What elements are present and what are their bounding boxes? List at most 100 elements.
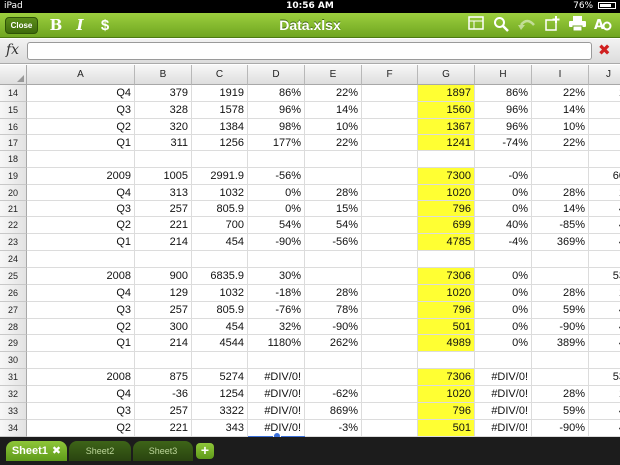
cell-j21[interactable]: 4 xyxy=(589,201,620,217)
row-header-30[interactable]: 30 xyxy=(0,352,27,369)
cell-c16[interactable]: 1384 xyxy=(192,119,248,135)
cell-d17[interactable]: 177% xyxy=(248,135,305,151)
cell-i18[interactable] xyxy=(532,151,589,168)
cell-a30[interactable] xyxy=(27,352,135,369)
cell-b18[interactable] xyxy=(135,151,192,168)
row-header-27[interactable]: 27 xyxy=(0,302,27,319)
cell-g33[interactable]: 796 xyxy=(418,403,475,420)
row-header-14[interactable]: 14 xyxy=(0,85,27,102)
cell-d22[interactable]: 54% xyxy=(248,217,305,234)
cell-g18[interactable] xyxy=(418,151,475,168)
cell-h26[interactable]: 0% xyxy=(475,285,532,302)
cell-b14[interactable]: 379 xyxy=(135,85,192,102)
cell-d18[interactable] xyxy=(248,151,305,168)
cell-g21[interactable]: 796 xyxy=(418,201,475,217)
cell-c23[interactable]: 454 xyxy=(192,234,248,251)
cell-b23[interactable]: 214 xyxy=(135,234,192,251)
row-header-34[interactable]: 34 xyxy=(0,420,27,437)
cell-b26[interactable]: 129 xyxy=(135,285,192,302)
cell-a22[interactable]: Q2 xyxy=(27,217,135,234)
cell-a14[interactable]: Q4 xyxy=(27,85,135,102)
row-header-25[interactable]: 25 xyxy=(0,268,27,285)
cell-c28[interactable]: 454 xyxy=(192,319,248,335)
cell-d16[interactable]: 98% xyxy=(248,119,305,135)
cell-f25[interactable] xyxy=(362,268,418,285)
cell-g28[interactable]: 501 xyxy=(418,319,475,335)
cell-b20[interactable]: 313 xyxy=(135,185,192,201)
cell-b33[interactable]: 257 xyxy=(135,403,192,420)
cell-j26[interactable]: 1 xyxy=(589,285,620,302)
cell-h30[interactable] xyxy=(475,352,532,369)
sheet-tab-2[interactable]: Sheet2 xyxy=(69,441,131,461)
select-all-corner[interactable] xyxy=(0,65,27,85)
cell-b15[interactable]: 328 xyxy=(135,102,192,119)
cell-f19[interactable] xyxy=(362,168,418,185)
cell-e26[interactable]: 28% xyxy=(305,285,362,302)
cell-i33[interactable]: 59% xyxy=(532,403,589,420)
cell-h33[interactable]: #DIV/0! xyxy=(475,403,532,420)
cell-c24[interactable] xyxy=(192,251,248,268)
cell-a33[interactable]: Q3 xyxy=(27,403,135,420)
cell-c18[interactable] xyxy=(192,151,248,168)
cell-e28[interactable]: -90% xyxy=(305,319,362,335)
cell-i31[interactable] xyxy=(532,369,589,386)
column-header-j[interactable]: J xyxy=(589,65,620,85)
cell-g32[interactable]: 1020 xyxy=(418,386,475,403)
cell-i21[interactable]: 14% xyxy=(532,201,589,217)
row-header-26[interactable]: 26 xyxy=(0,285,27,302)
cell-h24[interactable] xyxy=(475,251,532,268)
cell-d21[interactable]: 0% xyxy=(248,201,305,217)
cell-g25[interactable]: 7306 xyxy=(418,268,475,285)
cell-e29[interactable]: 262% xyxy=(305,335,362,352)
cell-j14[interactable]: 1 xyxy=(589,85,620,102)
cell-e15[interactable]: 14% xyxy=(305,102,362,119)
cell-i16[interactable]: 10% xyxy=(532,119,589,135)
insert-icon[interactable] xyxy=(544,16,560,35)
cell-i28[interactable]: -90% xyxy=(532,319,589,335)
cell-c33[interactable]: 3322 xyxy=(192,403,248,420)
cell-g20[interactable]: 1020 xyxy=(418,185,475,201)
cell-i30[interactable] xyxy=(532,352,589,369)
cell-c30[interactable] xyxy=(192,352,248,369)
cell-a34[interactable]: Q2 xyxy=(27,420,135,437)
cell-e25[interactable] xyxy=(305,268,362,285)
row-header-24[interactable]: 24 xyxy=(0,251,27,268)
cell-a25[interactable]: 2008 xyxy=(27,268,135,285)
cell-j34[interactable]: 4 xyxy=(589,420,620,437)
cell-b24[interactable] xyxy=(135,251,192,268)
cell-j20[interactable]: 1 xyxy=(589,185,620,201)
cell-a32[interactable]: Q4 xyxy=(27,386,135,403)
cell-c26[interactable]: 1032 xyxy=(192,285,248,302)
row-header-21[interactable]: 21 xyxy=(0,201,27,217)
undo-icon[interactable] xyxy=(517,16,537,35)
cell-g22[interactable]: 699 xyxy=(418,217,475,234)
cell-j32[interactable]: 1 xyxy=(589,386,620,403)
cell-c25[interactable]: 6835.9 xyxy=(192,268,248,285)
cell-f26[interactable] xyxy=(362,285,418,302)
cell-i19[interactable] xyxy=(532,168,589,185)
cell-h22[interactable]: 40% xyxy=(475,217,532,234)
cell-g24[interactable] xyxy=(418,251,475,268)
cell-j24[interactable] xyxy=(589,251,620,268)
cell-f16[interactable] xyxy=(362,119,418,135)
cell-c17[interactable]: 1256 xyxy=(192,135,248,151)
cell-i25[interactable] xyxy=(532,268,589,285)
sheet-tab-1[interactable]: Sheet1 ✖ xyxy=(6,441,67,461)
row-header-33[interactable]: 33 xyxy=(0,403,27,420)
cell-f21[interactable] xyxy=(362,201,418,217)
cell-g16[interactable]: 1367 xyxy=(418,119,475,135)
cell-e17[interactable]: 22% xyxy=(305,135,362,151)
cell-h28[interactable]: 0% xyxy=(475,319,532,335)
cell-i24[interactable] xyxy=(532,251,589,268)
cell-i23[interactable]: 369% xyxy=(532,234,589,251)
cell-f30[interactable] xyxy=(362,352,418,369)
cell-j29[interactable]: 4 xyxy=(589,335,620,352)
cell-d29[interactable]: 1180% xyxy=(248,335,305,352)
cell-e34[interactable]: -3% xyxy=(305,420,362,437)
cell-b22[interactable]: 221 xyxy=(135,217,192,234)
cell-g31[interactable]: 7306 xyxy=(418,369,475,386)
close-icon[interactable]: ✖ xyxy=(52,445,61,457)
column-header-a[interactable]: A xyxy=(27,65,135,85)
cell-d33[interactable]: #DIV/0! xyxy=(248,403,305,420)
cell-a15[interactable]: Q3 xyxy=(27,102,135,119)
